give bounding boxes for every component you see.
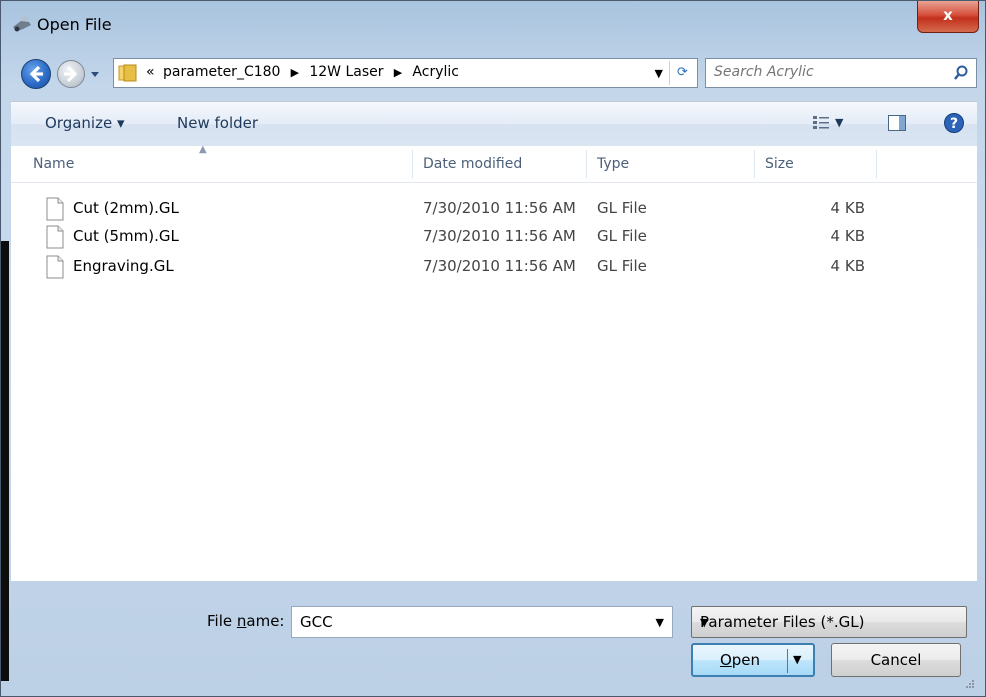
file-row[interactable]: Cut (5mm).GL 7/30/2010 11:56 AM GL File … [11,223,977,251]
search-input[interactable] [712,63,936,81]
file-name: Cut (5mm).GL [73,227,179,245]
refresh-icon[interactable]: ⟳ [669,61,695,85]
file-icon [46,197,64,221]
file-name-combobox: ▼ [291,606,673,638]
views-icon[interactable] [811,113,833,133]
title-bar[interactable]: Open File x [1,1,985,49]
file-type: GL File [597,199,647,217]
close-button[interactable]: x [917,1,979,33]
open-label-rest: pen [731,651,761,669]
close-icon: x [943,6,953,24]
chevron-down-icon: ▼ [700,616,709,629]
preview-pane-icon[interactable] [887,113,907,133]
file-row[interactable]: Engraving.GL 7/30/2010 11:56 AM GL File … [11,253,977,281]
forward-button[interactable] [57,60,85,88]
help-icon[interactable]: ? [943,112,965,134]
address-dropdown-icon[interactable]: ▼ [655,67,663,80]
column-headers: Name ▲ Date modified Type Size [11,144,977,183]
breadcrumb: « parameter_C180 ▶ 12W Laser ▶ Acrylic [146,64,463,80]
file-type: GL File [597,227,647,245]
app-icon [13,16,31,32]
new-folder-button[interactable]: New folder [177,114,258,132]
file-icon [46,255,64,279]
file-date: 7/30/2010 11:56 AM [423,199,576,217]
file-name: Cut (2mm).GL [73,199,179,217]
navigation-bar: « parameter_C180 ▶ 12W Laser ▶ Acrylic ▼… [9,53,979,91]
file-row[interactable]: Cut (2mm).GL 7/30/2010 11:56 AM GL File … [11,195,977,223]
back-arrow-icon [29,65,43,83]
breadcrumb-item[interactable]: parameter_C180 [163,64,280,80]
file-size: 4 KB [830,257,865,275]
column-size[interactable]: Size [755,146,877,182]
forward-arrow-icon [64,65,78,83]
cancel-button-label: Cancel [870,651,922,669]
breadcrumb-item[interactable]: 12W Laser [309,64,383,80]
file-type: GL File [597,257,647,275]
split-divider [787,649,788,673]
resize-grip-icon[interactable] [965,679,975,689]
open-options-dropdown-icon[interactable]: ▼ [793,653,801,666]
file-name: Engraving.GL [73,257,174,275]
file-name-label-part: File [207,612,237,630]
cancel-button[interactable]: Cancel [831,643,961,677]
breadcrumb-item[interactable]: Acrylic [412,64,459,80]
file-name-label-part: ame: [246,612,285,630]
background-edge [1,241,9,681]
column-size-label: Size [765,156,794,172]
file-name-dropdown-icon[interactable]: ▼ [656,616,664,629]
file-date: 7/30/2010 11:56 AM [423,227,576,245]
open-file-dialog: Open File x « parameter_C180 ▶ 12W Laser… [0,0,986,697]
file-date: 7/30/2010 11:56 AM [423,257,576,275]
address-bar[interactable]: « parameter_C180 ▶ 12W Laser ▶ Acrylic ▼… [113,58,698,88]
views-dropdown-icon[interactable]: ▼ [835,116,843,129]
file-name-label-accel: n [236,612,247,630]
breadcrumb-overflow[interactable]: « [146,64,155,80]
folder-icon [118,64,137,82]
file-name-label: File name: [207,612,284,630]
column-date-modified[interactable]: Date modified [413,146,587,182]
column-type-label: Type [597,156,630,172]
file-list[interactable]: Name ▲ Date modified Type Size Cut (2mm)… [11,144,977,581]
svg-text:?: ? [950,116,958,132]
organize-button[interactable]: Organize ▾ [45,114,125,132]
breadcrumb-chevron-icon[interactable]: ▶ [392,66,404,79]
dialog-title: Open File [37,15,112,34]
file-type-filter[interactable]: Parameter Files (*.GL) ▼ [691,606,967,638]
sort-ascending-icon: ▲ [199,144,207,155]
dialog-footer: File name: ▼ Parameter Files (*.GL) ▼ Op… [11,581,977,691]
column-date-label: Date modified [423,156,523,172]
column-name-label: Name [33,156,75,172]
open-label-accel: O [719,651,732,669]
open-button-label: Open [693,651,787,669]
file-size: 4 KB [830,199,865,217]
column-type[interactable]: Type [587,146,755,182]
column-name[interactable]: Name ▲ [11,144,413,182]
command-bar: Organize ▾ New folder ▼ ? [11,101,977,147]
breadcrumb-chevron-icon[interactable]: ▶ [289,66,301,79]
file-size: 4 KB [830,227,865,245]
open-button[interactable]: Open ▼ [691,643,815,677]
file-name-input[interactable] [298,612,632,632]
search-icon[interactable] [952,64,970,82]
search-box [705,58,977,88]
recent-locations-dropdown-icon[interactable] [89,67,101,81]
file-icon [46,225,64,249]
back-button[interactable] [21,59,51,89]
